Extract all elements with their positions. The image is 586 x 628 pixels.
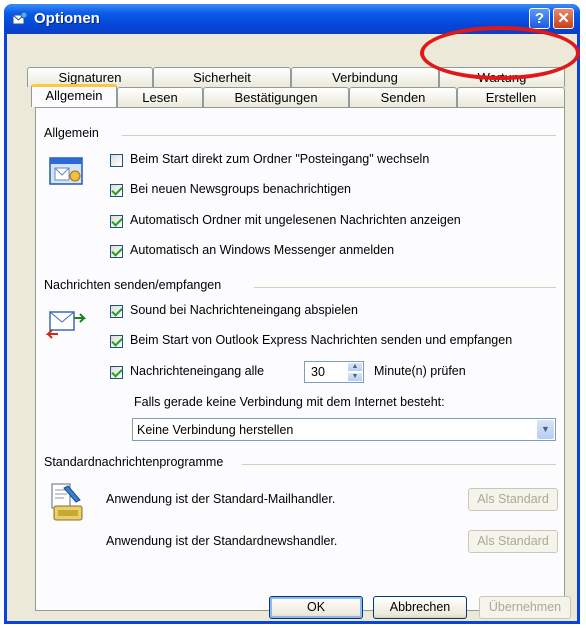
checkbox-auto-messenger[interactable]	[110, 245, 123, 258]
label-default-mail-handler: Anwendung ist der Standard-Mailhandler.	[106, 492, 336, 506]
tab-panel-allgemein: Allgemein Beim Start direkt zum Ordner "…	[35, 107, 565, 611]
label-sound-new-mail: Sound bei Nachrichteneingang abspielen	[130, 303, 358, 317]
label-check-interval: Nachrichteneingang alle	[130, 364, 265, 378]
group-divider	[242, 464, 556, 465]
options-dialog: Optionen ? ✕ Signaturen Sicherheit Verbi…	[4, 4, 580, 624]
help-button[interactable]: ?	[529, 8, 550, 29]
no-connection-select[interactable]: Keine Verbindung herstellen ▼	[132, 418, 556, 441]
tab-verbindung[interactable]: Verbindung	[291, 67, 439, 87]
checkbox-check-interval[interactable]	[110, 366, 123, 379]
apply-button[interactable]: Übernehmen	[479, 596, 571, 619]
outlook-express-icon	[12, 11, 28, 25]
checkbox-auto-unread-folders[interactable]	[110, 215, 123, 228]
label-no-connection: Falls gerade keine Verbindung mit dem In…	[134, 395, 445, 409]
group-divider	[122, 135, 556, 136]
interval-value: 30	[311, 365, 325, 379]
label-interval-suffix: Minute(n) prüfen	[374, 364, 466, 378]
tab-lesen[interactable]: Lesen	[117, 87, 203, 107]
set-default-news-button[interactable]: Als Standard	[468, 530, 558, 553]
label-start-inbox: Beim Start direkt zum Ordner "Posteingan…	[130, 152, 430, 166]
chevron-down-icon[interactable]: ▼	[537, 420, 554, 439]
group-label-allgemein: Allgemein	[44, 126, 103, 140]
label-new-newsgroups: Bei neuen Newsgroups benachrichtigen	[130, 182, 351, 196]
default-programs-icon	[51, 483, 83, 521]
set-default-mail-button[interactable]: Als Standard	[468, 488, 558, 511]
cancel-button[interactable]: Abbrechen	[373, 596, 467, 619]
dialog-client-area: Signaturen Sicherheit Verbindung Wartung…	[7, 34, 577, 621]
label-default-news-handler: Anwendung ist der Standardnewshandler.	[106, 534, 338, 548]
group-divider	[254, 287, 556, 288]
tab-wartung[interactable]: Wartung	[439, 67, 565, 87]
tab-senden[interactable]: Senden	[349, 87, 457, 107]
tab-allgemein[interactable]: Allgemein	[31, 84, 117, 107]
group-label-default-programs: Standardnachrichtenprogramme	[44, 455, 228, 469]
checkbox-new-newsgroups[interactable]	[110, 184, 123, 197]
spin-down-icon[interactable]: ▼	[347, 372, 363, 382]
label-send-receive-at-start: Beim Start von Outlook Express Nachricht…	[130, 333, 513, 347]
close-button[interactable]: ✕	[553, 8, 574, 29]
ok-button[interactable]: OK	[269, 596, 363, 619]
group-label-send-receive: Nachrichten senden/empfangen	[44, 278, 226, 292]
general-settings-icon	[49, 157, 83, 185]
window-title: Optionen	[34, 10, 100, 27]
tab-bestaetigungen[interactable]: Bestätigungen	[203, 87, 349, 107]
checkbox-start-inbox[interactable]	[110, 154, 123, 167]
tab-sicherheit[interactable]: Sicherheit	[153, 67, 291, 87]
send-receive-icon	[46, 311, 86, 339]
tab-erstellen[interactable]: Erstellen	[457, 87, 565, 107]
interval-stepper[interactable]: 30 ▲ ▼	[304, 361, 364, 383]
label-auto-messenger: Automatisch an Windows Messenger anmelde…	[130, 243, 395, 257]
checkbox-send-receive-at-start[interactable]	[110, 335, 123, 348]
checkbox-sound-new-mail[interactable]	[110, 305, 123, 318]
label-auto-unread-folders: Automatisch Ordner mit ungelesenen Nachr…	[130, 213, 461, 227]
no-connection-selected: Keine Verbindung herstellen	[137, 423, 294, 437]
spin-up-icon[interactable]: ▲	[347, 362, 363, 372]
title-bar[interactable]: Optionen ? ✕	[4, 4, 580, 34]
